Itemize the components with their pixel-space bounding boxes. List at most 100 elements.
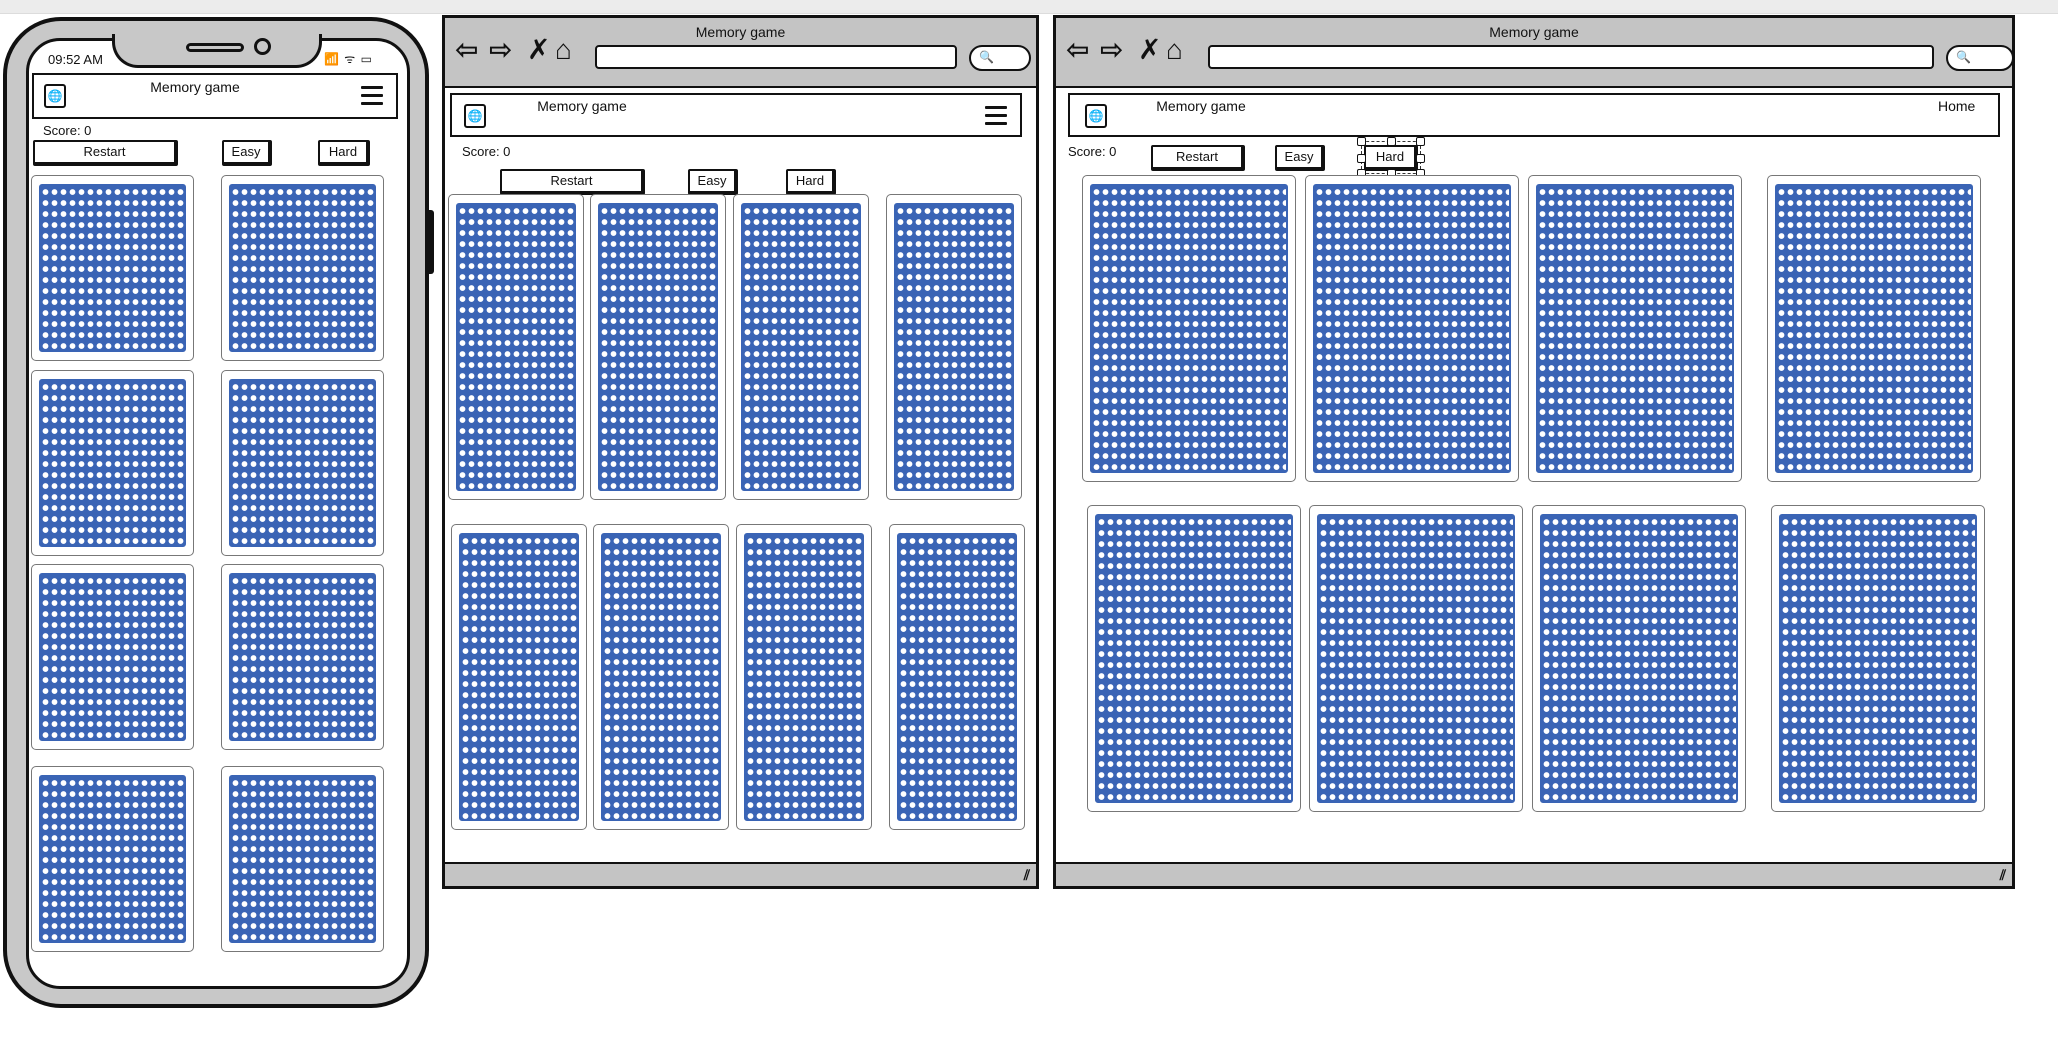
- address-bar[interactable]: [595, 45, 957, 69]
- card-back-pattern: [229, 184, 376, 352]
- memory-card[interactable]: [221, 370, 384, 556]
- memory-card[interactable]: [221, 175, 384, 361]
- resize-handle[interactable]: [1416, 154, 1425, 163]
- resize-grip-icon[interactable]: ⫽: [2000, 867, 2006, 884]
- phone-score: Score: 0: [43, 123, 92, 138]
- stop-icon[interactable]: ✗: [1138, 36, 1161, 64]
- app-logo-icon[interactable]: 🌐: [464, 104, 486, 128]
- resize-grip-icon[interactable]: ⫽: [1024, 867, 1030, 884]
- app-logo-icon[interactable]: 🌐: [44, 84, 66, 108]
- phone-easy-button[interactable]: Easy: [222, 140, 272, 166]
- tablet-hard-button[interactable]: Hard: [786, 169, 836, 195]
- phone-camera: [254, 38, 271, 55]
- desktop-easy-button[interactable]: Easy: [1275, 145, 1325, 171]
- browser-search-box[interactable]: 🔍: [1946, 45, 2014, 71]
- phone-status-time: 09:52 AM: [48, 52, 103, 67]
- home-icon[interactable]: ⌂: [1166, 36, 1183, 64]
- memory-card[interactable]: [889, 524, 1025, 830]
- desktop-score: Score: 0: [1068, 144, 1117, 159]
- card-back-pattern: [459, 533, 579, 821]
- forward-arrow-icon[interactable]: ⇨: [1100, 36, 1123, 64]
- card-back-pattern: [1540, 514, 1738, 803]
- phone-speaker: [186, 43, 244, 52]
- card-back-pattern: [894, 203, 1014, 491]
- card-back-pattern: [1095, 514, 1293, 803]
- tablet-score: Score: 0: [462, 144, 511, 159]
- selection-outline: [1357, 137, 1425, 178]
- phone-app-title: Memory game: [150, 79, 240, 95]
- search-icon: 🔍: [1956, 50, 1971, 64]
- memory-card[interactable]: [451, 524, 587, 830]
- address-bar[interactable]: [1208, 45, 1934, 69]
- desktop-restart-button[interactable]: Restart: [1151, 145, 1245, 171]
- back-arrow-icon[interactable]: ⇦: [1066, 36, 1089, 64]
- memory-card[interactable]: [590, 194, 726, 500]
- memory-card[interactable]: [1767, 175, 1981, 482]
- memory-card[interactable]: [1771, 505, 1985, 812]
- resize-handle[interactable]: [1387, 137, 1396, 146]
- card-back-pattern: [1317, 514, 1515, 803]
- nav-home-link[interactable]: Home: [1938, 98, 1975, 114]
- memory-card[interactable]: [886, 194, 1022, 500]
- memory-card[interactable]: [31, 370, 194, 556]
- card-back-pattern: [39, 573, 186, 741]
- memory-card[interactable]: [31, 766, 194, 952]
- card-back-pattern: [897, 533, 1017, 821]
- hamburger-menu-icon[interactable]: [985, 106, 1007, 125]
- card-back-pattern: [39, 184, 186, 352]
- memory-card[interactable]: [593, 524, 729, 830]
- memory-card[interactable]: [1532, 505, 1746, 812]
- card-back-pattern: [1090, 184, 1288, 473]
- card-back-pattern: [744, 533, 864, 821]
- stop-icon[interactable]: ✗: [527, 36, 550, 64]
- phone-hard-button[interactable]: Hard: [318, 140, 370, 166]
- home-icon[interactable]: ⌂: [555, 36, 572, 64]
- forward-arrow-icon[interactable]: ⇨: [489, 36, 512, 64]
- card-back-pattern: [598, 203, 718, 491]
- tablet-restart-button[interactable]: Restart: [500, 169, 645, 195]
- desktop-app-title: Memory game: [1156, 98, 1246, 114]
- card-back-pattern: [39, 775, 186, 943]
- browser-search-box[interactable]: 🔍: [969, 45, 1031, 71]
- phone-restart-button[interactable]: Restart: [33, 140, 178, 166]
- card-back-pattern: [741, 203, 861, 491]
- card-back-pattern: [229, 573, 376, 741]
- card-back-pattern: [1536, 184, 1734, 473]
- app-logo-icon[interactable]: 🌐: [1085, 104, 1107, 128]
- memory-card[interactable]: [31, 175, 194, 361]
- browser-window-title: Memory game: [1489, 24, 1579, 40]
- search-icon: 🔍: [979, 50, 994, 64]
- tablet-easy-button[interactable]: Easy: [688, 169, 738, 195]
- browser-chrome: Memory game ⇦ ⇨ ✗ ⌂ 🔍: [1056, 18, 2014, 88]
- memory-card[interactable]: [1082, 175, 1296, 482]
- browser-status-bar: ⫽: [445, 862, 1036, 886]
- memory-card[interactable]: [736, 524, 872, 830]
- memory-card[interactable]: [221, 766, 384, 952]
- memory-card[interactable]: [1528, 175, 1742, 482]
- memory-card[interactable]: [448, 194, 584, 500]
- card-back-pattern: [39, 379, 186, 547]
- card-back-pattern: [601, 533, 721, 821]
- memory-card[interactable]: [221, 564, 384, 750]
- memory-card[interactable]: [1087, 505, 1301, 812]
- canvas-top-strip: [0, 0, 2058, 14]
- phone-side-button: [426, 210, 434, 274]
- phone-status-icons: 📶 ᯤ ▭: [324, 52, 373, 66]
- card-back-pattern: [229, 379, 376, 547]
- browser-chrome: Memory game ⇦ ⇨ ✗ ⌂ 🔍: [445, 18, 1036, 88]
- card-back-pattern: [1779, 514, 1977, 803]
- resize-handle[interactable]: [1357, 137, 1366, 146]
- card-back-pattern: [229, 775, 376, 943]
- browser-status-bar: ⫽: [1056, 862, 2012, 886]
- memory-card[interactable]: [1309, 505, 1523, 812]
- back-arrow-icon[interactable]: ⇦: [455, 36, 478, 64]
- tablet-app-title: Memory game: [537, 98, 627, 114]
- resize-handle[interactable]: [1357, 154, 1366, 163]
- resize-handle[interactable]: [1416, 137, 1425, 146]
- memory-card[interactable]: [733, 194, 869, 500]
- memory-card[interactable]: [31, 564, 194, 750]
- card-back-pattern: [1313, 184, 1511, 473]
- memory-card[interactable]: [1305, 175, 1519, 482]
- card-back-pattern: [456, 203, 576, 491]
- hamburger-menu-icon[interactable]: [361, 86, 383, 105]
